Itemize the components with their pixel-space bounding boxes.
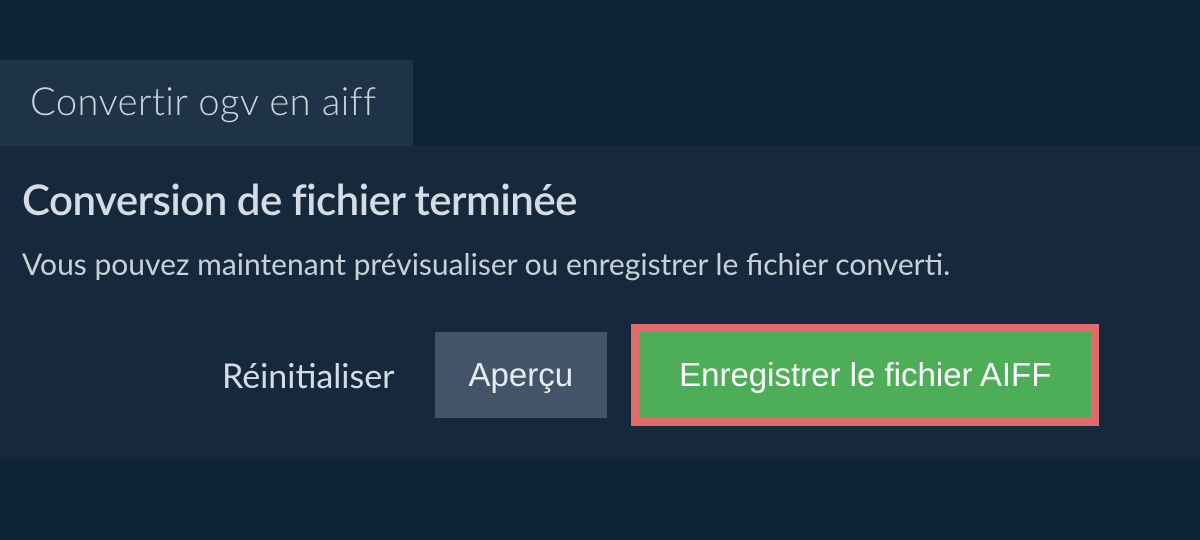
completion-description: Vous pouvez maintenant prévisualiser ou …: [22, 246, 1178, 282]
tab-bar: Convertir ogv en aiff: [0, 60, 1200, 146]
tab-convert[interactable]: Convertir ogv en aiff: [0, 60, 413, 146]
button-row: Réinitialiser Aperçu Enregistrer le fich…: [22, 324, 1178, 426]
main-container: Convertir ogv en aiff Conversion de fich…: [0, 0, 1200, 460]
content-panel: Conversion de fichier terminée Vous pouv…: [0, 146, 1200, 460]
preview-button[interactable]: Aperçu: [435, 332, 608, 418]
completion-heading: Conversion de fichier terminée: [22, 174, 1178, 224]
save-button[interactable]: Enregistrer le fichier AIFF: [631, 324, 1099, 426]
tab-label: Convertir ogv en aiff: [30, 78, 377, 124]
reset-button[interactable]: Réinitialiser: [222, 355, 395, 396]
